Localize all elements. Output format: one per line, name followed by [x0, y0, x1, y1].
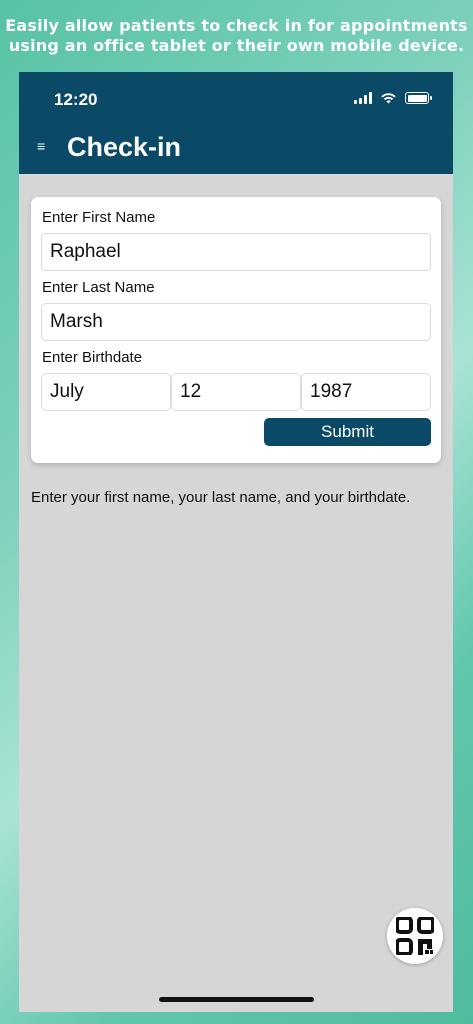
last-name-label: Enter Last Name — [42, 279, 155, 296]
phone-screen: 12:20 ≡ Check-in Enter First Name Raphae… — [19, 72, 453, 1012]
first-name-field[interactable]: Raphael — [41, 233, 431, 271]
status-time: 12:20 — [54, 90, 98, 109]
signal-icon — [354, 92, 372, 104]
menu-icon[interactable]: ≡ — [37, 139, 45, 153]
submit-button[interactable]: Submit — [264, 418, 431, 446]
home-indicator — [159, 997, 314, 1002]
birth-year-field[interactable]: 1987 — [301, 373, 431, 411]
battery-icon — [405, 92, 432, 104]
promo-line-1: Easily allow patients to check in for ap… — [5, 16, 468, 35]
birth-day-field[interactable]: 12 — [171, 373, 301, 411]
app-header: 12:20 ≡ Check-in — [19, 72, 453, 174]
first-name-label: Enter First Name — [42, 209, 156, 226]
page-title: Check-in — [67, 132, 182, 162]
birthdate-label: Enter Birthdate — [42, 349, 143, 366]
birth-month-field[interactable]: July — [41, 373, 171, 411]
last-name-field[interactable]: Marsh — [41, 303, 431, 341]
helper-text: Enter your first name, your last name, a… — [31, 489, 411, 506]
qr-scan-button[interactable] — [387, 908, 443, 964]
promo-line-2: using an office tablet or their own mobi… — [8, 36, 465, 55]
status-icons — [354, 92, 432, 104]
promo-caption: Easily allow patients to check in for ap… — [0, 16, 473, 56]
wifi-icon — [381, 93, 396, 104]
qr-code-icon — [396, 917, 434, 955]
checkin-form-card: Enter First Name Raphael Enter Last Name… — [31, 197, 441, 463]
